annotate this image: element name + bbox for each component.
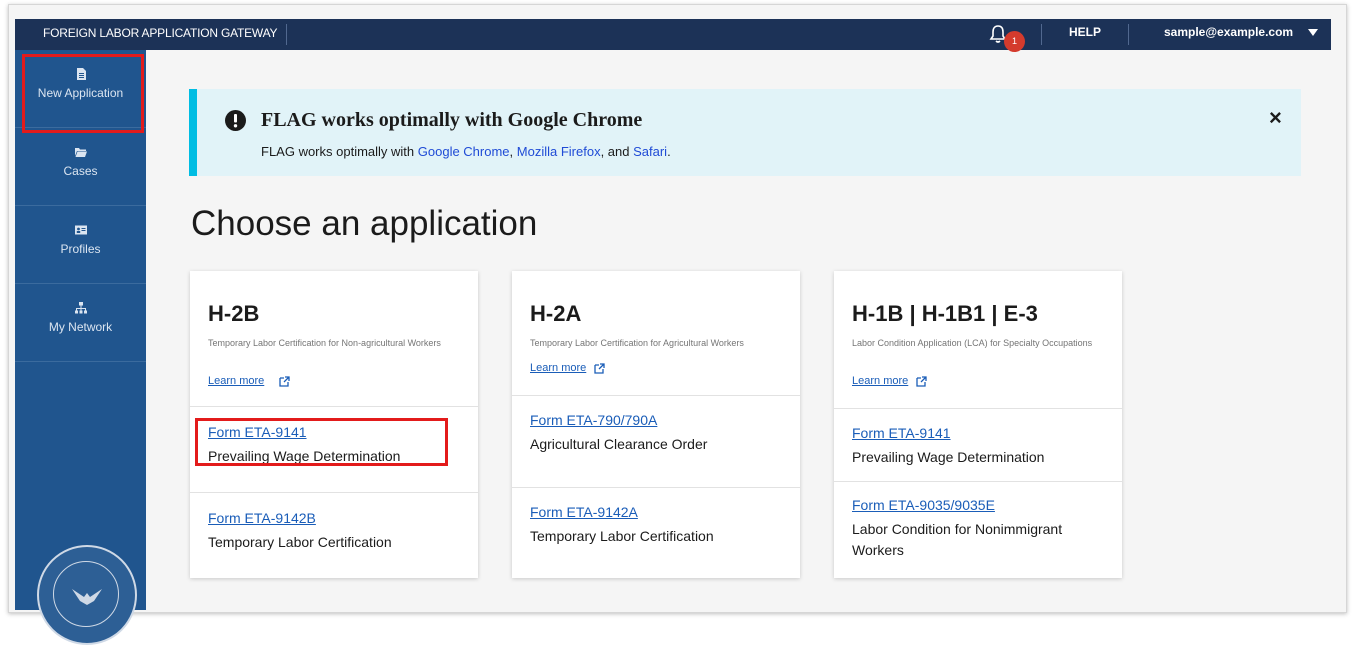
form-eta-9141-highlight — [195, 418, 448, 466]
card-divider — [834, 481, 1122, 482]
form-eta-790-link[interactable]: Form ETA-790/790A — [530, 412, 657, 428]
application-card-h2a: H-2A Temporary Labor Certification for A… — [512, 271, 800, 578]
card-description: Temporary Labor Certification for Agricu… — [530, 338, 744, 348]
banner-separator: , and — [600, 144, 634, 159]
card-divider — [834, 408, 1122, 409]
exclamation-circle-icon — [225, 110, 246, 131]
sidebar-item-label: My Network — [48, 320, 113, 334]
banner-heading: FLAG works optimally with Google Chrome — [261, 109, 643, 131]
application-card-h1b: H-1B | H-1B1 | E-3 Labor Condition Appli… — [834, 271, 1122, 578]
divider — [286, 24, 287, 45]
form-eta-9142b-link[interactable]: Form ETA-9142B — [208, 510, 316, 526]
card-title: H-2A — [530, 301, 582, 326]
sidebar-item-profiles[interactable]: Profiles — [15, 206, 146, 284]
card-divider — [190, 492, 478, 493]
card-description: Labor Condition Application (LCA) for Sp… — [852, 338, 1093, 348]
card-title: H-1B | H-1B1 | E-3 — [852, 301, 1038, 326]
sidebar: New Application Cases Profiles My Networ… — [15, 50, 146, 645]
card-divider — [512, 487, 800, 488]
banner-text: FLAG works optimally with Google Chrome,… — [261, 144, 671, 159]
form-name: Temporary Labor Certification — [530, 528, 714, 544]
sidebar-item-my-network[interactable]: My Network — [15, 284, 146, 362]
department-seal-logo — [37, 545, 137, 645]
mozilla-firefox-link[interactable]: Mozilla Firefox — [517, 144, 601, 159]
form-name: Agricultural Clearance Order — [530, 436, 708, 452]
top-navigation-bar: FOREIGN LABOR APPLICATION GATEWAY 1 HELP… — [15, 19, 1331, 52]
form-eta-9141-link[interactable]: Form ETA-9141 — [852, 425, 951, 441]
learn-more-link[interactable]: Learn more — [530, 362, 586, 374]
form-name: Temporary Labor Certification — [208, 534, 392, 550]
page-title: Choose an application — [191, 204, 538, 243]
notification-badge[interactable]: 1 — [1004, 31, 1025, 52]
form-eta-9142a-link[interactable]: Form ETA-9142A — [530, 504, 638, 520]
card-title: H-2B — [208, 301, 260, 326]
sidebar-item-cases[interactable]: Cases — [15, 128, 146, 206]
user-menu[interactable]: sample@example.com — [1164, 25, 1293, 39]
form-name: Prevailing Wage Determination — [852, 449, 1045, 465]
card-divider — [512, 395, 800, 396]
learn-more-link[interactable]: Learn more — [208, 375, 264, 387]
eagle-icon — [72, 589, 102, 605]
close-icon[interactable]: × — [1269, 105, 1282, 131]
card-description: Temporary Labor Certification for Non-ag… — [208, 338, 441, 348]
banner-suffix: . — [667, 144, 671, 159]
id-card-icon — [74, 225, 87, 235]
sidebar-item-label: Profiles — [60, 242, 101, 256]
help-link[interactable]: HELP — [1069, 25, 1101, 39]
sidebar-item-label: Cases — [63, 164, 98, 178]
new-application-highlight — [22, 54, 144, 133]
external-link-icon — [279, 376, 290, 387]
learn-more-link[interactable]: Learn more — [852, 375, 908, 387]
folder-icon — [74, 148, 87, 157]
banner-text-prefix: FLAG works optimally with — [261, 144, 418, 159]
form-name: Labor Condition for Nonimmigrant Workers — [852, 521, 1063, 558]
external-link-icon — [916, 376, 927, 387]
browser-notice-banner: FLAG works optimally with Google Chrome … — [189, 89, 1301, 176]
google-chrome-link[interactable]: Google Chrome — [418, 144, 510, 159]
chevron-down-icon[interactable] — [1308, 29, 1318, 36]
network-icon — [74, 302, 87, 314]
safari-link[interactable]: Safari — [633, 144, 667, 159]
external-link-icon — [594, 363, 605, 374]
divider — [1041, 24, 1042, 45]
card-divider — [190, 406, 478, 407]
form-eta-9035-link[interactable]: Form ETA-9035/9035E — [852, 497, 995, 513]
app-title: FOREIGN LABOR APPLICATION GATEWAY — [43, 26, 278, 40]
divider — [1128, 24, 1129, 45]
banner-separator: , — [509, 144, 517, 159]
